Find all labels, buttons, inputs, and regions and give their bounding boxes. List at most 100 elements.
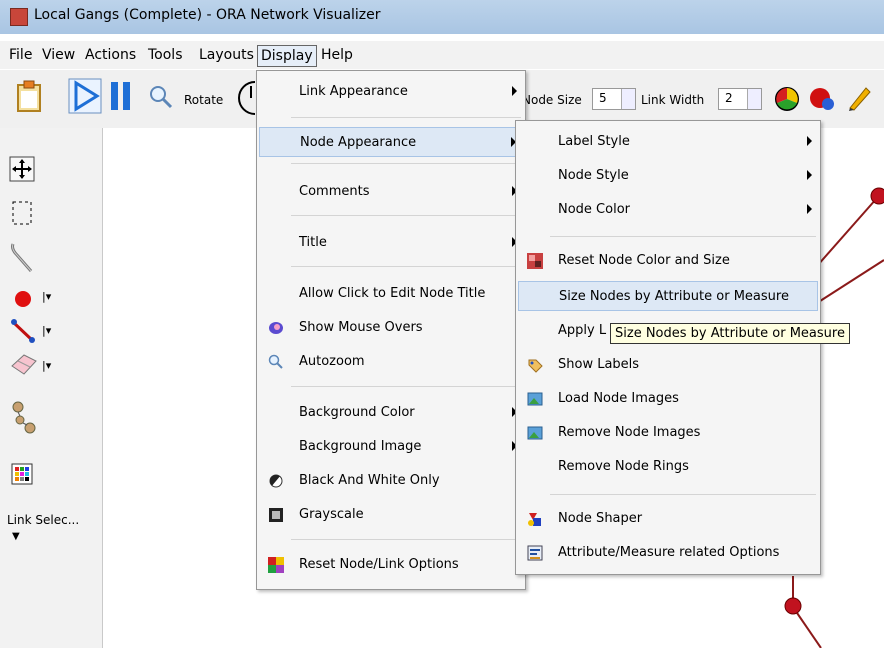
menu-separator (291, 163, 521, 164)
magnifier-icon (268, 354, 283, 369)
tooltip: Size Nodes by Attribute or Measure (610, 323, 850, 344)
menu-help[interactable]: Help (318, 45, 356, 65)
menu-item-title[interactable]: Title (259, 228, 523, 258)
menu-item-attribute-measure-options[interactable]: Attribute/Measure related Options (518, 538, 818, 568)
node-size-label: Node Size (522, 93, 582, 107)
menu-item-remove-node-images[interactable]: Remove Node Images (518, 418, 818, 448)
link-width-spinner[interactable]: 2 (718, 88, 762, 110)
window-titlebar: Local Gangs (Complete) - ORA Network Vis… (0, 0, 884, 34)
menu-item-label: Node Shaper (558, 511, 643, 526)
submenu-arrow-icon (807, 136, 812, 146)
menu-item-label: Black And White Only (299, 473, 440, 488)
menu-item-label: Comments (299, 184, 370, 199)
graph-node[interactable] (784, 597, 802, 615)
add-node-dropdown-icon[interactable]: |▾ (42, 290, 51, 303)
menu-actions[interactable]: Actions (82, 45, 139, 65)
left-toolbar: |▾ |▾ |▾ Link Selec... ▼ (0, 128, 103, 648)
menu-item-remove-node-rings[interactable]: Remove Node Rings (518, 452, 818, 482)
move-tool-icon[interactable] (9, 156, 35, 182)
menu-display[interactable]: Display (257, 45, 317, 67)
link-width-label: Link Width (641, 93, 705, 107)
graph-node[interactable] (870, 187, 884, 205)
menu-item-label-style[interactable]: Label Style (518, 127, 818, 157)
node-color-icon[interactable] (808, 84, 836, 112)
bw-icon (269, 474, 283, 488)
reset-color-icon (527, 253, 543, 269)
color-grid-icon[interactable] (11, 463, 33, 485)
menu-item-label: Title (299, 235, 327, 250)
menu-item-node-appearance[interactable]: Node Appearance (259, 127, 523, 157)
menu-file[interactable]: File (6, 45, 35, 65)
link-line (816, 259, 884, 304)
menu-item-background-image[interactable]: Background Image (259, 432, 523, 462)
add-link-dropdown-icon[interactable]: |▾ (42, 324, 51, 337)
menu-item-label: Node Color (558, 202, 631, 217)
menu-item-show-labels[interactable]: Show Labels (518, 350, 818, 380)
rotate-label: Rotate (184, 93, 224, 107)
menu-item-autozoom[interactable]: Autozoom (259, 347, 523, 377)
menu-item-reset-node-link[interactable]: Reset Node/Link Options (259, 550, 523, 580)
menu-item-black-and-white[interactable]: Black And White Only (259, 466, 523, 496)
eraser-dropdown-icon[interactable]: |▾ (42, 359, 51, 372)
menu-item-grayscale[interactable]: Grayscale (259, 500, 523, 530)
menu-item-label: Link Appearance (299, 84, 408, 99)
menu-item-label: Background Image (299, 439, 422, 454)
menu-item-label: Label Style (558, 134, 630, 149)
menu-item-label: Autozoom (299, 354, 365, 369)
menu-item-size-nodes-by-attribute[interactable]: Size Nodes by Attribute or Measure (518, 281, 818, 311)
menu-item-label: Allow Click to Edit Node Title (299, 286, 486, 301)
menu-item-node-color[interactable]: Node Color (518, 195, 818, 225)
menu-item-load-node-images[interactable]: Load Node Images (518, 384, 818, 414)
marquee-select-icon[interactable] (11, 200, 33, 226)
color-wheel-icon[interactable] (774, 86, 800, 112)
menu-item-comments[interactable]: Comments (259, 177, 523, 207)
link-select-label[interactable]: Link Selec... (7, 513, 79, 527)
attribute-icon (527, 545, 543, 561)
node-path-icon[interactable] (10, 400, 38, 436)
menu-layouts[interactable]: Layouts (196, 45, 257, 65)
clipboard-icon[interactable] (16, 80, 42, 112)
menu-item-allow-click-edit[interactable]: Allow Click to Edit Node Title (259, 279, 523, 309)
grayscale-icon (269, 508, 283, 522)
link-select-dropdown-icon[interactable]: ▼ (12, 531, 20, 542)
menu-separator (291, 266, 521, 267)
menu-item-reset-node-color-size[interactable]: Reset Node Color and Size (518, 246, 818, 276)
menu-item-background-color[interactable]: Background Color (259, 398, 523, 428)
pause-icon[interactable] (108, 80, 134, 112)
display-menu: Link Appearance Node Appearance Comments… (256, 70, 526, 590)
submenu-arrow-icon (512, 86, 517, 96)
menu-separator (291, 117, 521, 118)
eraser-icon[interactable] (10, 352, 38, 376)
menu-item-node-shaper[interactable]: Node Shaper (518, 504, 818, 534)
shapes-icon (528, 513, 541, 526)
play-icon[interactable] (68, 78, 102, 114)
node-size-spinner[interactable]: 5 (592, 88, 636, 110)
node-appearance-submenu: Label Style Node Style Node Color Reset … (515, 120, 821, 575)
menu-item-label: Attribute/Measure related Options (558, 545, 780, 560)
menu-separator (291, 539, 521, 540)
menu-separator (291, 215, 521, 216)
menu-item-label: Node Style (558, 168, 629, 183)
lasso-tool-icon[interactable] (9, 241, 35, 275)
menu-view[interactable]: View (39, 45, 78, 65)
add-node-icon[interactable] (14, 289, 34, 309)
menu-separator (291, 386, 521, 387)
eye-icon (269, 322, 283, 334)
menu-tools[interactable]: Tools (145, 45, 186, 65)
menu-item-label: Background Color (299, 405, 415, 420)
pencil-icon[interactable] (846, 84, 872, 112)
window-title: Local Gangs (Complete) - ORA Network Vis… (34, 7, 381, 23)
rotate-dial-icon[interactable] (229, 80, 257, 116)
link-line (794, 609, 822, 648)
label-tag-icon (528, 359, 543, 373)
menu-item-show-mouse-overs[interactable]: Show Mouse Overs (259, 313, 523, 343)
menu-item-node-style[interactable]: Node Style (518, 161, 818, 191)
link-width-stepper[interactable] (747, 89, 761, 109)
zoom-icon[interactable] (148, 84, 174, 110)
add-link-icon[interactable] (10, 316, 36, 344)
menu-item-label: Show Mouse Overs (299, 320, 423, 335)
menu-item-link-appearance[interactable]: Link Appearance (259, 77, 523, 107)
node-size-stepper[interactable] (621, 89, 635, 109)
reset-icon (268, 557, 284, 573)
submenu-arrow-icon (807, 170, 812, 180)
